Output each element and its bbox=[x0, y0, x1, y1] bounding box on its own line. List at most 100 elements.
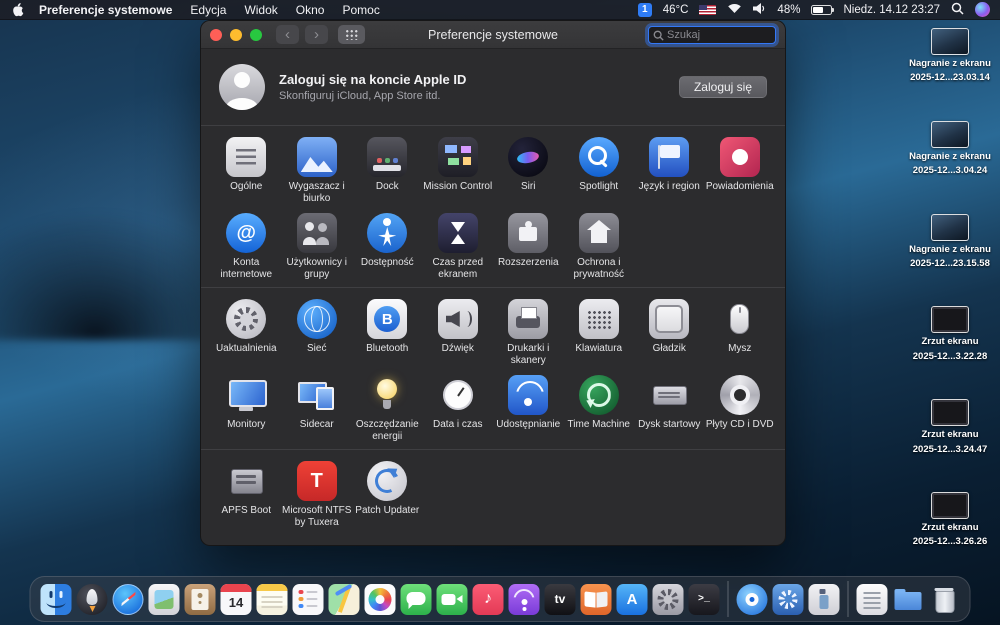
apple-menu-icon[interactable] bbox=[12, 2, 24, 17]
dock-photos-icon[interactable] bbox=[364, 583, 396, 615]
pref-item-time-machine[interactable]: Time Machine bbox=[564, 369, 635, 445]
dock-separator bbox=[727, 581, 729, 617]
pref-item-extensions[interactable]: Rozszerzenia bbox=[493, 207, 564, 283]
preferences-search-field[interactable] bbox=[648, 26, 776, 44]
dock-launchpad-icon[interactable] bbox=[76, 583, 108, 615]
dock-gears-icon[interactable] bbox=[772, 583, 804, 615]
dock-tv-icon[interactable]: tv bbox=[544, 583, 576, 615]
dock-calendar-icon[interactable]: 14 bbox=[220, 583, 252, 615]
pref-item-sound[interactable]: Dźwięk bbox=[423, 293, 494, 369]
pref-item-screen-time[interactable]: Czas przed ekranem bbox=[423, 207, 494, 283]
bluetooth-icon: B bbox=[367, 299, 408, 339]
pref-item-siri[interactable]: Siri bbox=[493, 131, 564, 207]
dock-cleaner-icon[interactable] bbox=[808, 583, 840, 615]
status-app-badge-icon[interactable]: 1 bbox=[637, 2, 652, 17]
pref-item-keyboard[interactable]: Klawiatura bbox=[564, 293, 635, 369]
dock-sysprefs-icon[interactable] bbox=[652, 583, 684, 615]
menu-pomoc[interactable]: Pomoc bbox=[333, 3, 388, 17]
zoom-button[interactable] bbox=[250, 28, 262, 41]
pref-item-label: Czas przed ekranem bbox=[432, 257, 484, 280]
desktop-file-screenshot[interactable]: Zrzut ekranu 2025-12...3.24.47 bbox=[913, 399, 987, 455]
desktop-file-recording[interactable]: Nagranie z ekranu 2025-12...23.03.14 bbox=[909, 28, 991, 84]
show-all-grid-button[interactable] bbox=[338, 25, 365, 44]
wifi-icon[interactable] bbox=[727, 2, 742, 17]
pref-item-date-time[interactable]: Data i czas bbox=[423, 369, 494, 445]
dock-notes-icon[interactable] bbox=[256, 583, 288, 615]
dock-facetime-icon[interactable] bbox=[436, 583, 468, 615]
dock-messages-icon[interactable] bbox=[400, 583, 432, 615]
pref-item-printers-scanners[interactable]: Drukarki i skanery bbox=[493, 293, 564, 369]
pref-item-software-update[interactable]: Uaktualnienia bbox=[211, 293, 282, 369]
temperature-reading[interactable]: 46°C bbox=[663, 4, 689, 16]
pref-item-apfs-boot[interactable]: APFS Boot bbox=[211, 455, 282, 531]
pref-item-network[interactable]: Sieć bbox=[282, 293, 353, 369]
dock-preview-icon[interactable] bbox=[148, 583, 180, 615]
desktop-file-date: 2025-12...3.26.26 bbox=[912, 536, 988, 548]
dock-separator bbox=[847, 581, 849, 617]
dock-finder-icon[interactable] bbox=[40, 583, 72, 615]
menu-okno[interactable]: Okno bbox=[287, 3, 334, 17]
back-button[interactable]: ‹ bbox=[276, 25, 299, 44]
desktop-file-date: 2025-12...23.03.14 bbox=[910, 72, 990, 84]
dock-appstore-icon[interactable]: A bbox=[616, 583, 648, 615]
siri-icon bbox=[508, 137, 549, 177]
recording-thumbnail bbox=[931, 120, 969, 148]
dock-contacts-icon[interactable] bbox=[184, 583, 216, 615]
volume-icon[interactable] bbox=[753, 2, 766, 17]
pref-item-startup-disk[interactable]: Dysk startowy bbox=[634, 369, 705, 445]
pref-item-desktop-screensaver[interactable]: Wygaszacz i biurko bbox=[282, 131, 353, 207]
pref-item-security-privacy[interactable]: Ochrona i prywatność bbox=[564, 207, 635, 283]
pref-item-sidecar[interactable]: Sidecar bbox=[282, 369, 353, 445]
pref-item-accessibility[interactable]: Dostępność bbox=[352, 207, 423, 283]
battery-icon[interactable] bbox=[811, 4, 835, 15]
dock-terminal-icon[interactable]: >_ bbox=[688, 583, 720, 615]
sign-in-button[interactable]: Zaloguj się bbox=[678, 76, 767, 98]
desktop-file-recording[interactable]: Nagranie z ekranu 2025-12...3.04.24 bbox=[909, 120, 991, 177]
pref-item-users-groups[interactable]: Użytkownicy i grupy bbox=[282, 207, 353, 283]
dock-safari-icon[interactable] bbox=[112, 583, 144, 615]
pref-grid: Ogólne Wygaszacz i biurko Dock Mission Cont… bbox=[201, 126, 785, 287]
pref-item-ms-ntfs[interactable]: T Microsoft NTFS by Tuxera bbox=[282, 455, 353, 531]
pref-item-general[interactable]: Ogólne bbox=[211, 131, 282, 207]
pref-item-notifications[interactable]: Powiadomienia bbox=[705, 131, 776, 207]
pref-item-displays[interactable]: Monitory bbox=[211, 369, 282, 445]
pref-item-cd-dvd[interactable]: Płyty CD i DVD bbox=[705, 369, 776, 445]
pref-item-dock[interactable]: Dock bbox=[352, 131, 423, 207]
desktop-file-screenshot[interactable]: Zrzut ekranu 2025-12...3.22.28 bbox=[913, 306, 987, 362]
dock-trash-icon[interactable] bbox=[929, 584, 960, 615]
spotlight-search-icon[interactable] bbox=[951, 2, 964, 18]
dock-maps-icon[interactable] bbox=[328, 583, 360, 615]
dock-reminders-icon[interactable] bbox=[292, 583, 324, 615]
pref-item-mission-control[interactable]: Mission Control bbox=[423, 131, 494, 207]
pref-item-mouse[interactable]: Mysz bbox=[705, 293, 776, 369]
minimize-button[interactable] bbox=[230, 28, 242, 41]
pref-item-label: Monitory bbox=[227, 419, 266, 430]
pref-item-language-region[interactable]: Język i region bbox=[634, 131, 705, 207]
menu-app-name[interactable]: Preferencje systemowe bbox=[30, 3, 181, 17]
menubar-clock[interactable]: Niedz. 14.12 23:27 bbox=[843, 4, 940, 16]
dock-downloads-icon[interactable] bbox=[893, 584, 924, 615]
desktop-file-recording[interactable]: Nagranie z ekranu 2025-12...23.15.58 bbox=[909, 213, 991, 270]
desktop-file-screenshot[interactable]: Zrzut ekranu 2025-12...3.26.26 bbox=[912, 491, 988, 548]
input-source-flag-icon[interactable] bbox=[699, 4, 717, 15]
pref-item-trackpad[interactable]: Gładzik bbox=[634, 293, 705, 369]
menu-edycja[interactable]: Edycja bbox=[181, 3, 235, 17]
pref-item-patch-updater[interactable]: Patch Updater bbox=[352, 455, 423, 531]
menu-widok[interactable]: Widok bbox=[235, 3, 286, 17]
dock-browser-icon[interactable] bbox=[736, 583, 768, 615]
search-input[interactable] bbox=[667, 29, 771, 41]
dock-music-icon[interactable]: ♪ bbox=[472, 583, 504, 615]
pref-item-bluetooth[interactable]: B Bluetooth bbox=[352, 293, 423, 369]
dock-books-icon[interactable] bbox=[580, 583, 612, 615]
pref-item-label: Mission Control bbox=[423, 181, 493, 192]
pref-item-sharing[interactable]: Udostępnianie bbox=[493, 369, 564, 445]
forward-button[interactable]: › bbox=[305, 25, 328, 44]
siri-menubar-icon[interactable] bbox=[975, 2, 990, 17]
pref-item-energy-saver[interactable]: Oszczędzanie energii bbox=[352, 369, 423, 445]
dock-documents-icon[interactable] bbox=[856, 583, 888, 615]
pref-item-spotlight[interactable]: Spotlight bbox=[564, 131, 635, 207]
close-button[interactable] bbox=[210, 28, 222, 41]
desktop-file-name: Nagranie z ekranu bbox=[909, 150, 991, 162]
pref-item-internet-accounts[interactable]: @ Konta internetowe bbox=[211, 207, 282, 283]
dock-podcasts-icon[interactable] bbox=[508, 583, 540, 615]
